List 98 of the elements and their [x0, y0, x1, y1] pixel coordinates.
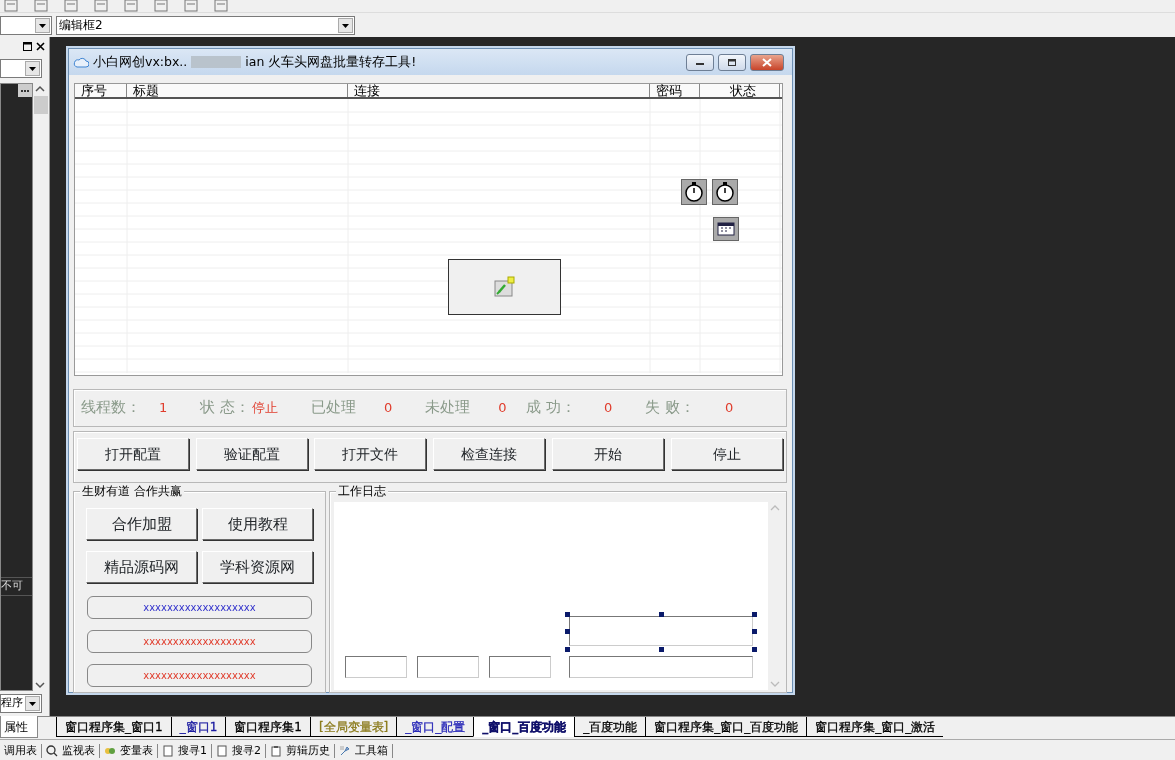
column-header[interactable]: 标题 [127, 84, 348, 97]
restore-icon[interactable] [23, 41, 32, 51]
input-field[interactable] [345, 656, 407, 678]
panel-tab-label[interactable]: 搜寻2 [232, 743, 261, 758]
ellipsis-icon[interactable] [18, 84, 32, 97]
status-label: 已处理 [310, 398, 356, 418]
file-tab[interactable]: _百度功能 [574, 717, 646, 737]
document-icon [216, 744, 228, 757]
file-tab[interactable]: 窗口程序集1 [225, 717, 310, 737]
status-value: 0 [604, 399, 613, 418]
toolbar-icon[interactable] [34, 0, 48, 12]
action-button[interactable]: 验证配置 [196, 438, 308, 470]
document-icon [162, 744, 174, 757]
close-icon [762, 57, 772, 67]
action-button[interactable]: 开始 [552, 438, 664, 470]
panel-tab-label[interactable]: 监视表 [62, 743, 95, 758]
status-value: 0 [498, 399, 507, 418]
tools-icon [339, 744, 351, 757]
link-button[interactable]: 精品源码网 [86, 551, 197, 583]
group-title: 工作日志 [336, 484, 388, 498]
input-field[interactable] [569, 616, 753, 646]
input-field[interactable] [569, 656, 753, 678]
link-label[interactable]: xxxxxxxxxxxxxxxxxxx [87, 596, 312, 619]
minimize-button[interactable] [686, 53, 714, 71]
resize-handle[interactable] [659, 647, 664, 652]
file-tab[interactable]: 窗口程序集_窗口1 [56, 717, 171, 737]
file-tab[interactable]: _窗口1 [170, 717, 226, 737]
image-icon [493, 276, 516, 298]
property-text: 不可 [1, 579, 23, 592]
scrollbar-thumb[interactable] [34, 96, 48, 114]
toolbar-icon[interactable] [154, 0, 168, 12]
maximize-icon [727, 58, 737, 66]
resize-handle[interactable] [565, 612, 570, 617]
link-button[interactable]: 使用教程 [202, 508, 313, 540]
link-button[interactable]: 学科资源网 [202, 551, 313, 583]
search-icon [46, 744, 58, 757]
panel-tab-label[interactable]: 变量表 [120, 743, 153, 758]
resize-handle[interactable] [659, 612, 664, 617]
file-tab[interactable]: 窗口程序集_窗口_激活 [806, 717, 944, 737]
file-tab[interactable]: 窗口程序集_窗口_百度功能 [645, 717, 807, 737]
input-field[interactable] [417, 656, 479, 678]
file-tab[interactable]: _窗口_配置 [396, 717, 474, 737]
panel-tab-label[interactable]: 调用表 [4, 743, 37, 758]
link-label[interactable]: xxxxxxxxxxxxxxxxxxx [87, 630, 312, 653]
toolbar-icon[interactable] [4, 0, 18, 12]
status-value: 0 [724, 399, 734, 418]
scroll-down-icon[interactable] [33, 679, 47, 691]
column-header[interactable]: 密码 [650, 84, 700, 97]
link-button[interactable]: 合作加盟 [86, 508, 197, 540]
status-label: 线程数： [81, 398, 141, 418]
clipboard-icon [270, 744, 282, 757]
close-button[interactable] [750, 53, 784, 71]
status-label: 状 态： [200, 398, 250, 418]
toolbar-icon[interactable] [64, 0, 78, 12]
program-combo[interactable]: 程序 [0, 694, 42, 713]
close-icon[interactable] [36, 41, 45, 51]
status-label: 成 功： [526, 398, 577, 418]
column-header[interactable]: 状态 [700, 84, 780, 97]
column-header[interactable]: 连接 [348, 84, 650, 97]
column-header[interactable]: 序号 [75, 84, 127, 97]
status-value: 停止 [251, 399, 278, 418]
cloud-icon [73, 56, 89, 68]
toolbar-icon[interactable] [94, 0, 108, 12]
resize-handle[interactable] [752, 629, 757, 634]
object-combo[interactable] [0, 59, 42, 78]
action-button[interactable]: 停止 [671, 438, 783, 470]
panel-tab-label[interactable]: 工具箱 [355, 743, 388, 758]
panel-tab-label[interactable]: 搜寻1 [178, 743, 207, 758]
status-value: 1 [159, 399, 168, 418]
resize-handle[interactable] [565, 629, 570, 634]
status-label: 未处理 [425, 398, 471, 418]
timer-icon [681, 179, 707, 205]
timer-icon [712, 179, 738, 205]
toolbar-icon[interactable] [184, 0, 198, 12]
toolbar-icon[interactable] [214, 0, 228, 12]
file-tab[interactable]: _窗口_百度功能 [473, 717, 575, 737]
blurred-text [191, 56, 242, 68]
maximize-button[interactable] [718, 53, 746, 71]
link-label[interactable]: xxxxxxxxxxxxxxxxxxx [87, 664, 312, 687]
status-label: 失 败： [645, 398, 695, 418]
panel-tab-label[interactable]: 剪辑历史 [286, 743, 330, 758]
resize-handle[interactable] [752, 647, 757, 652]
panel-tab[interactable]: 属性 [0, 716, 38, 738]
object-combo[interactable] [0, 15, 52, 35]
action-button[interactable]: 打开文件 [314, 438, 426, 470]
window-title: ian 火车头网盘批量转存工具! [245, 52, 417, 71]
file-tab[interactable]: [全局变量表] [309, 717, 397, 737]
control-combo[interactable]: 编辑框2 [56, 15, 355, 35]
group-title: 生财有道 合作共赢 [80, 484, 184, 498]
action-button[interactable]: 检查连接 [433, 438, 545, 470]
resize-handle[interactable] [752, 612, 757, 617]
calendar-icon [713, 217, 739, 241]
toolbar-icon[interactable] [124, 0, 138, 12]
action-button[interactable]: 打开配置 [77, 438, 189, 470]
resize-handle[interactable] [565, 647, 570, 652]
status-value: 0 [383, 399, 393, 418]
input-field[interactable] [489, 656, 551, 678]
window-title: 小白网创vx:bx.. [93, 52, 188, 71]
